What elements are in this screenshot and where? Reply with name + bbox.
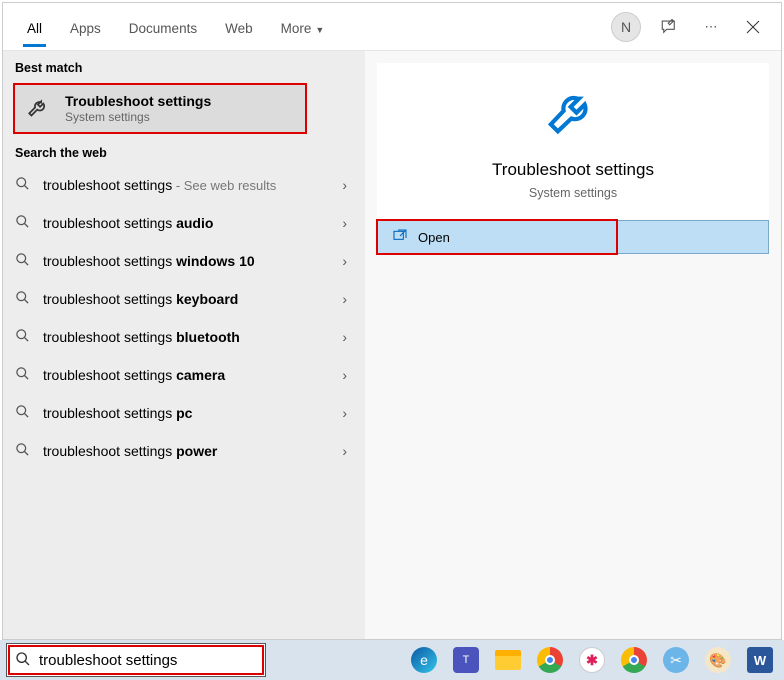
snip-icon[interactable]: ✂ <box>658 642 694 678</box>
web-results-list: troubleshoot settings - See web results … <box>3 166 365 470</box>
wrench-icon <box>545 87 601 143</box>
topbar-actions: N ⋯ <box>611 12 781 42</box>
close-icon[interactable] <box>739 13 767 41</box>
search-input[interactable] <box>39 652 257 669</box>
filter-tabs: All Apps Documents Web More▼ <box>3 7 338 46</box>
search-icon <box>15 290 33 308</box>
file-explorer-icon[interactable] <box>490 642 526 678</box>
web-result-text: troubleshoot settings pc <box>43 405 332 421</box>
web-result-text: troubleshoot settings keyboard <box>43 291 332 307</box>
chevron-right-icon: › <box>342 329 353 345</box>
taskbar-tray: e T ✱ ✂ 🎨 W <box>406 642 784 678</box>
open-label: Open <box>418 230 450 245</box>
best-match-header: Best match <box>3 51 365 81</box>
web-result-row[interactable]: troubleshoot settings windows 10 › <box>3 242 365 280</box>
wrench-icon <box>25 95 53 123</box>
chevron-right-icon: › <box>342 253 353 269</box>
topbar: All Apps Documents Web More▼ N ⋯ <box>3 3 781 51</box>
preview-card: Troubleshoot settings System settings <box>377 63 769 220</box>
web-result-row[interactable]: troubleshoot settings - See web results … <box>3 166 365 204</box>
edge-icon[interactable]: e <box>406 642 442 678</box>
chrome-icon[interactable] <box>532 642 568 678</box>
chevron-right-icon: › <box>342 215 353 231</box>
web-result-row[interactable]: troubleshoot settings camera › <box>3 356 365 394</box>
search-icon <box>15 651 31 670</box>
tab-all[interactable]: All <box>13 7 56 46</box>
tab-documents[interactable]: Documents <box>115 7 211 46</box>
best-match-text: Troubleshoot settings System settings <box>65 93 211 124</box>
word-icon[interactable]: W <box>742 642 778 678</box>
best-match-title: Troubleshoot settings <box>65 93 211 109</box>
web-result-text: troubleshoot settings windows 10 <box>43 253 332 269</box>
open-button[interactable]: Open <box>378 221 616 253</box>
search-icon <box>15 442 33 460</box>
preview-subtitle: System settings <box>389 186 757 200</box>
search-icon <box>15 404 33 422</box>
preview-title: Troubleshoot settings <box>389 160 757 180</box>
feedback-icon[interactable] <box>655 13 683 41</box>
content-columns: Best match Troubleshoot settings System … <box>3 51 781 639</box>
web-result-row[interactable]: troubleshoot settings pc › <box>3 394 365 432</box>
search-icon <box>15 214 33 232</box>
results-column: Best match Troubleshoot settings System … <box>3 51 365 639</box>
best-match-subtitle: System settings <box>65 110 211 124</box>
web-result-text: troubleshoot settings power <box>43 443 332 459</box>
search-icon <box>15 328 33 346</box>
chrome-profile-icon[interactable] <box>616 642 652 678</box>
teams-icon[interactable]: T <box>448 642 484 678</box>
search-icon <box>15 366 33 384</box>
web-result-row[interactable]: troubleshoot settings power › <box>3 432 365 470</box>
open-icon <box>392 228 408 247</box>
search-icon <box>15 252 33 270</box>
web-result-row[interactable]: troubleshoot settings keyboard › <box>3 280 365 318</box>
tab-apps[interactable]: Apps <box>56 7 115 46</box>
chevron-right-icon: › <box>342 177 353 193</box>
user-avatar[interactable]: N <box>611 12 641 42</box>
search-web-header: Search the web <box>3 136 365 166</box>
search-panel: All Apps Documents Web More▼ N ⋯ Best ma… <box>2 2 782 640</box>
tab-web[interactable]: Web <box>211 7 267 46</box>
web-result-row[interactable]: troubleshoot settings audio › <box>3 204 365 242</box>
preview-column: Troubleshoot settings System settings Op… <box>365 51 781 639</box>
more-options-icon[interactable]: ⋯ <box>697 13 725 41</box>
best-match-result[interactable]: Troubleshoot settings System settings <box>13 83 307 134</box>
web-result-text: troubleshoot settings - See web results <box>43 177 332 193</box>
web-result-text: troubleshoot settings audio <box>43 215 332 231</box>
taskbar: e T ✱ ✂ 🎨 W <box>0 640 784 680</box>
chevron-down-icon: ▼ <box>315 25 324 35</box>
web-result-text: troubleshoot settings camera <box>43 367 332 383</box>
search-icon <box>15 176 33 194</box>
chevron-right-icon: › <box>342 367 353 383</box>
paint-icon[interactable]: 🎨 <box>700 642 736 678</box>
slack-icon[interactable]: ✱ <box>574 642 610 678</box>
chevron-right-icon: › <box>342 291 353 307</box>
web-result-text: troubleshoot settings bluetooth <box>43 329 332 345</box>
web-result-row[interactable]: troubleshoot settings bluetooth › <box>3 318 365 356</box>
taskbar-search[interactable] <box>6 643 266 677</box>
tab-more[interactable]: More▼ <box>267 7 339 46</box>
chevron-right-icon: › <box>342 405 353 421</box>
chevron-right-icon: › <box>342 443 353 459</box>
